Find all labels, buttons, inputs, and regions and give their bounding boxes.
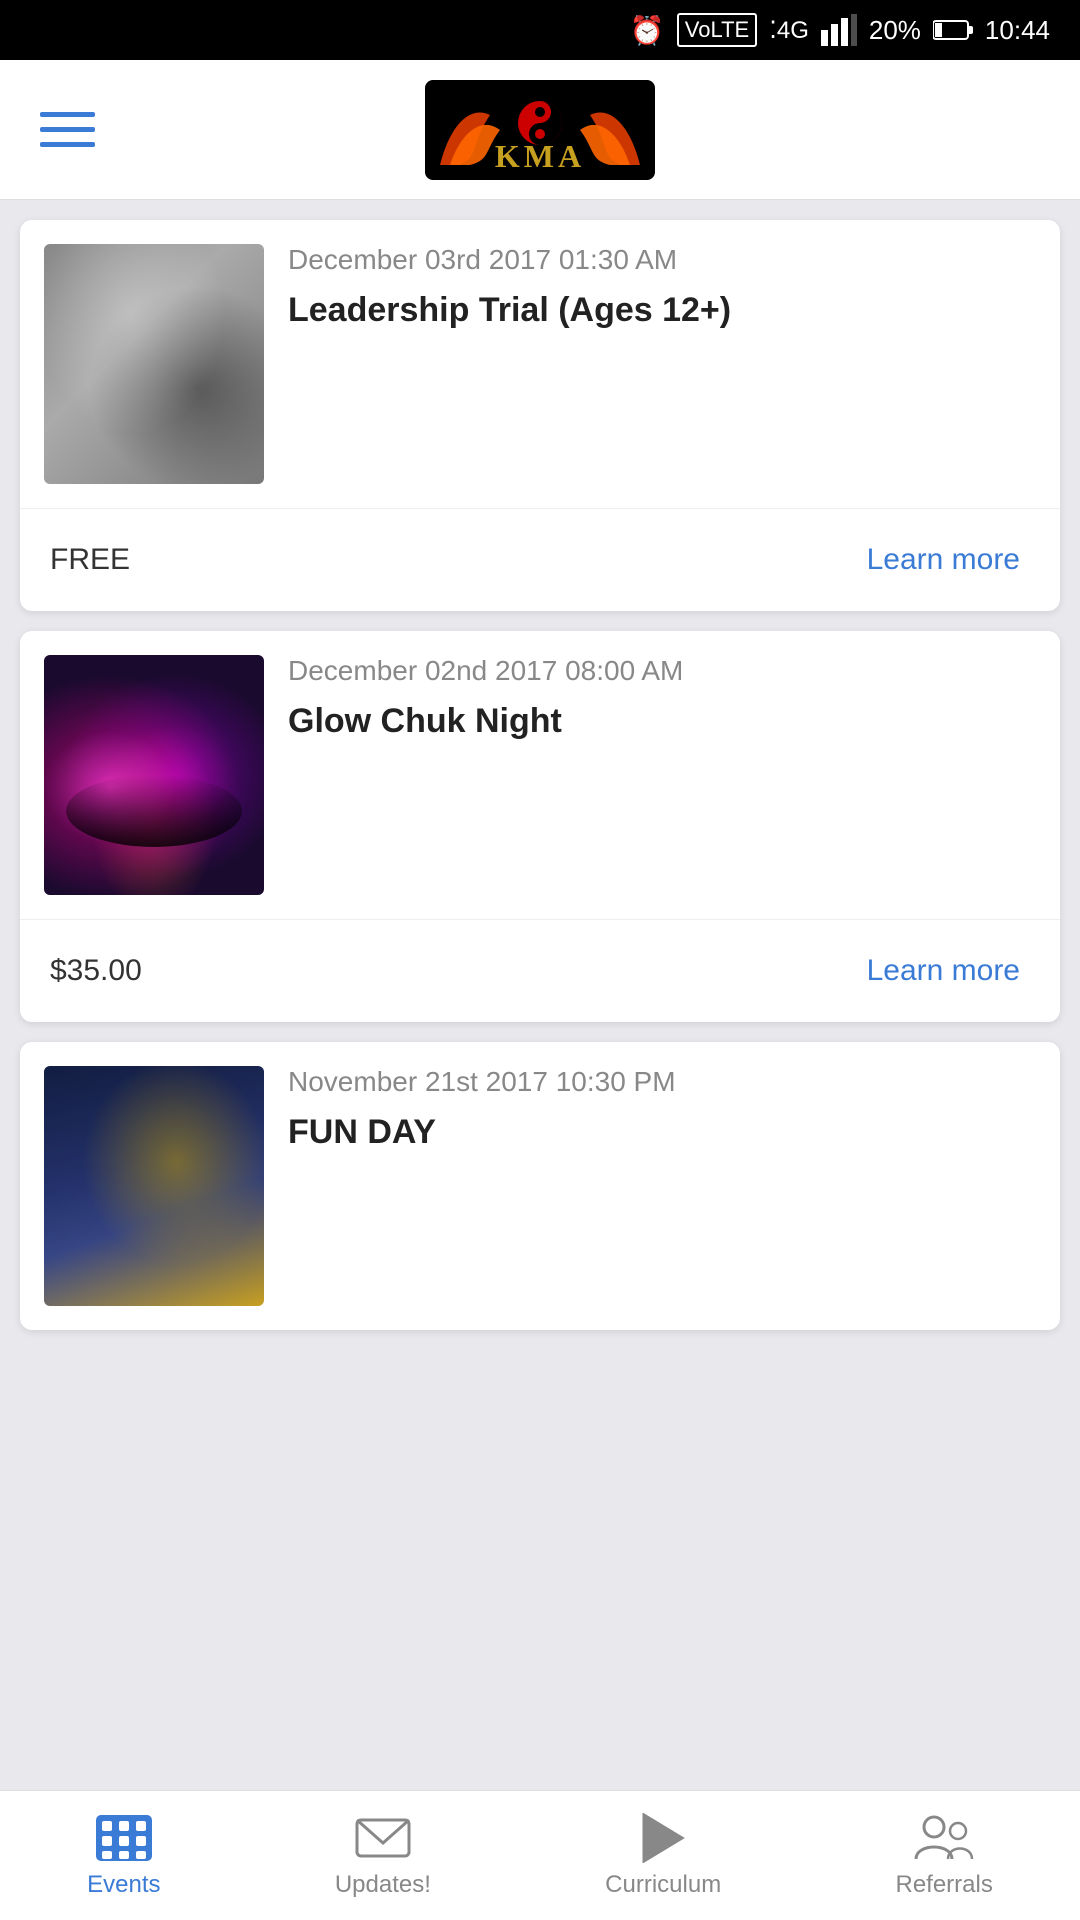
event-price: FREE — [50, 543, 130, 577]
menu-button[interactable] — [30, 102, 105, 157]
referrals-icon — [914, 1813, 974, 1863]
battery-label: 20% — [869, 15, 921, 46]
events-icon-svg — [94, 1813, 154, 1863]
events-icon — [94, 1813, 154, 1863]
event-image — [44, 244, 264, 484]
kma-logo-svg: KMA — [430, 85, 650, 175]
event-info: December 03rd 2017 01:30 AM Leadership T… — [288, 244, 1036, 484]
updates-icon-svg — [355, 1815, 411, 1861]
curriculum-icon-svg — [640, 1813, 686, 1863]
curriculum-icon — [633, 1813, 693, 1863]
event-card-top: December 03rd 2017 01:30 AM Leadership T… — [20, 220, 1060, 508]
clock-label: 10:44 — [985, 15, 1050, 46]
event-image — [44, 1066, 264, 1306]
event-price: $35.00 — [50, 954, 142, 988]
event-title: Glow Chuk Night — [288, 699, 1036, 743]
main-content: December 03rd 2017 01:30 AM Leadership T… — [0, 200, 1080, 1350]
hamburger-line-2 — [40, 127, 95, 132]
alarm-icon: ⏰ — [630, 14, 665, 47]
learn-more-button[interactable]: Learn more — [857, 533, 1030, 587]
volte-label: VoLTE — [677, 13, 757, 47]
nav-label-referrals: Referrals — [895, 1871, 992, 1899]
bottom-navigation: Events Updates! Curriculum — [0, 1790, 1080, 1920]
nav-item-events[interactable]: Events — [67, 1803, 180, 1909]
hamburger-line-1 — [40, 112, 95, 117]
event-card-top: December 02nd 2017 08:00 AM Glow Chuk Ni… — [20, 631, 1060, 919]
event-date: November 21st 2017 10:30 PM — [288, 1066, 1036, 1098]
event-card: November 21st 2017 10:30 PM FUN DAY — [20, 1042, 1060, 1330]
event-card-top: November 21st 2017 10:30 PM FUN DAY — [20, 1042, 1060, 1330]
updates-icon — [353, 1813, 413, 1863]
event-card: December 02nd 2017 08:00 AM Glow Chuk Ni… — [20, 631, 1060, 1022]
status-bar: ⏰ VoLTE ⁚4G 20% 10:44 — [0, 0, 1080, 60]
nav-item-updates[interactable]: Updates! — [315, 1803, 451, 1909]
app-header: KMA — [0, 60, 1080, 200]
network-label: ⁚4G — [769, 16, 809, 45]
nav-label-events: Events — [87, 1871, 160, 1899]
event-info: December 02nd 2017 08:00 AM Glow Chuk Ni… — [288, 655, 1036, 895]
nav-item-curriculum[interactable]: Curriculum — [585, 1803, 741, 1909]
event-date: December 03rd 2017 01:30 AM — [288, 244, 1036, 276]
event-card: December 03rd 2017 01:30 AM Leadership T… — [20, 220, 1060, 611]
signal-icon — [821, 14, 857, 46]
status-icons: ⏰ VoLTE ⁚4G 20% 10:44 — [630, 13, 1050, 47]
event-title: Leadership Trial (Ages 12+) — [288, 288, 1036, 332]
referrals-icon-svg — [914, 1813, 974, 1863]
hamburger-line-3 — [40, 142, 95, 147]
svg-text:KMA: KMA — [495, 138, 585, 174]
event-date: December 02nd 2017 08:00 AM — [288, 655, 1036, 687]
nav-item-referrals[interactable]: Referrals — [875, 1803, 1012, 1909]
event-title: FUN DAY — [288, 1110, 1036, 1154]
app-logo: KMA — [425, 80, 655, 180]
event-card-bottom: FREE Learn more — [20, 508, 1060, 611]
event-info: November 21st 2017 10:30 PM FUN DAY — [288, 1066, 1036, 1306]
learn-more-button[interactable]: Learn more — [857, 944, 1030, 998]
battery-icon — [933, 19, 973, 41]
event-card-bottom: $35.00 Learn more — [20, 919, 1060, 1022]
nav-label-curriculum: Curriculum — [605, 1871, 721, 1899]
event-image — [44, 655, 264, 895]
nav-label-updates: Updates! — [335, 1871, 431, 1899]
